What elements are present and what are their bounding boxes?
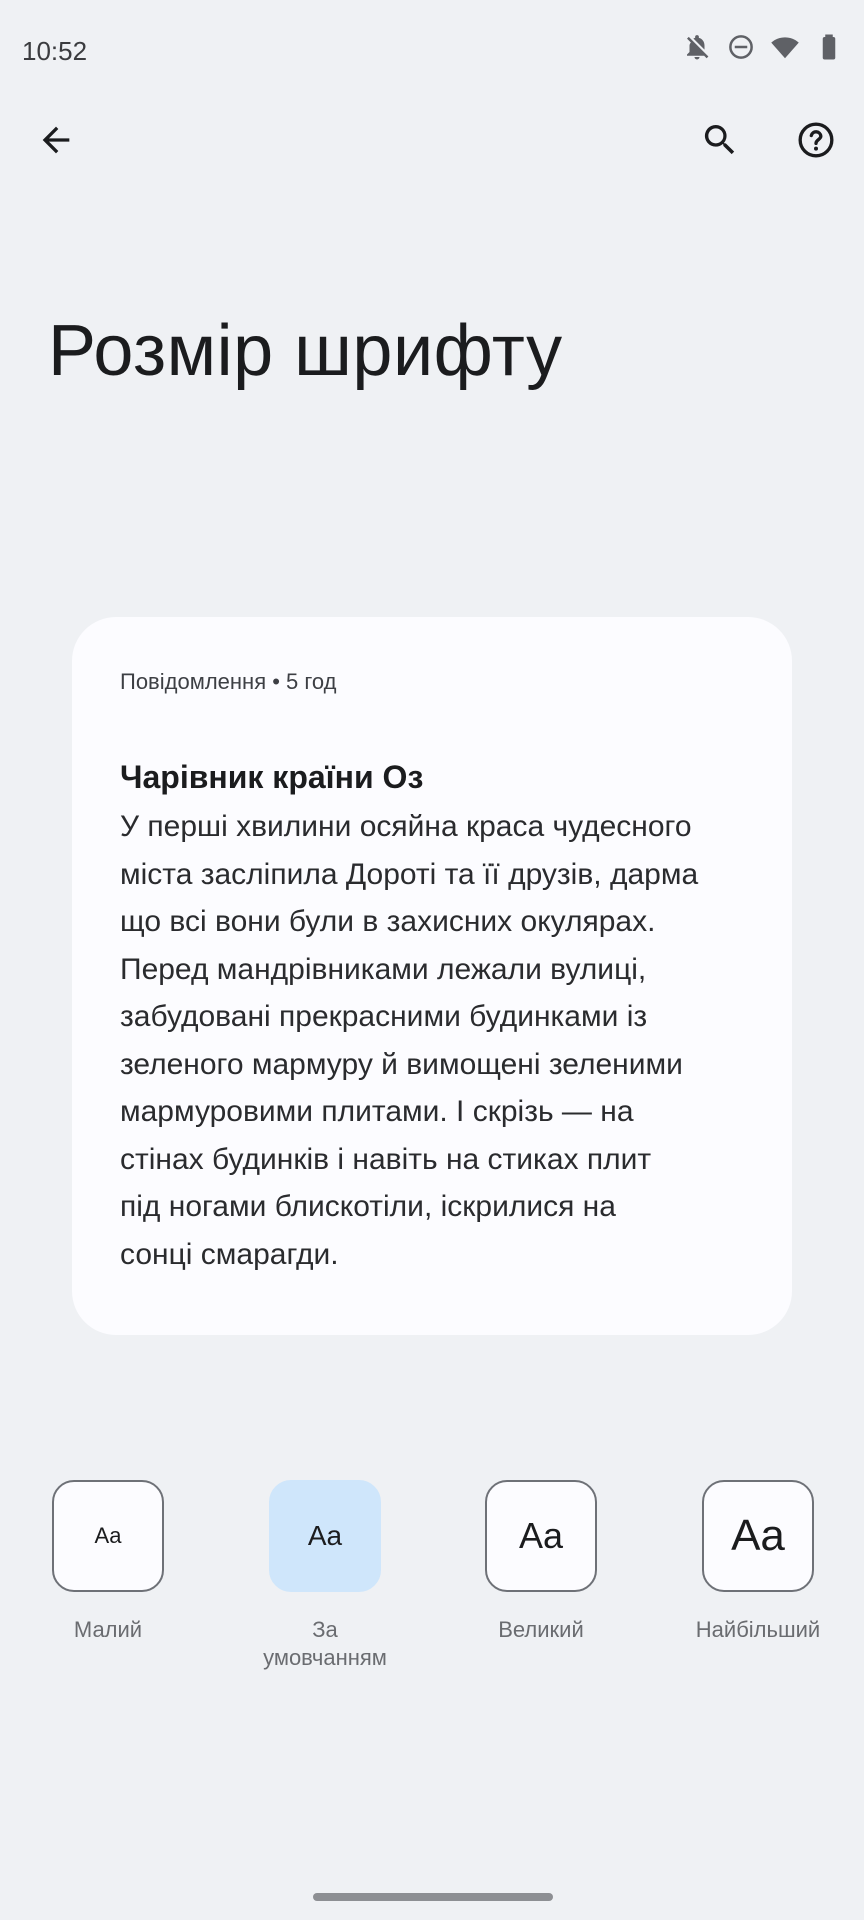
size-label-line: Великий [498,1617,584,1642]
size-label-line: умовчанням [263,1645,387,1670]
notification-meta: Повідомлення • 5 год [120,669,337,694]
help-icon [798,122,834,158]
size-sample: Aa [307,1520,343,1551]
size-sample: Aa [94,1523,122,1548]
search-button[interactable] [688,108,752,172]
wifi-icon [770,32,800,62]
preview-card: Повідомлення • 5 год Чарівник країни Оз … [72,617,792,1335]
status-icons [682,32,844,62]
body-line: Перед мандрівниками лежали вулиці, [120,952,647,986]
status-time: 10:52 [22,36,88,66]
size-label: За умовчанням [243,1616,407,1672]
size-sample: Aa [731,1511,785,1560]
size-label: Найбільший [676,1616,840,1644]
size-label-line: Малий [73,1617,143,1642]
help-button[interactable] [784,108,848,172]
size-sample-box[interactable]: Aa [269,1480,381,1592]
notification-body: У перші хвилини осяйна краса чудесного м… [120,803,760,1278]
do-not-disturb-icon [726,32,756,62]
body-line: мармуровими плитами. І скрізь — на [120,1095,634,1128]
body-line: забудовані прекрасними будинками із [120,1000,648,1033]
body-line: що всі вони були в захисних окулярах. [120,905,656,938]
size-option-largest[interactable]: Aa Найбільший [676,1480,840,1644]
size-option-large[interactable]: Aa Великий [459,1480,623,1644]
size-option-small[interactable]: Aa Малий [26,1480,190,1644]
size-label: Великий [459,1616,623,1644]
size-sample-box[interactable]: Aa [702,1480,814,1592]
battery-icon [814,32,844,62]
font-size-screen: 10:52 Розмір шрифту Повідомлення • 5 год… [0,0,864,1920]
gesture-nav-handle[interactable] [313,1893,553,1901]
body-line: сонці смарагди. [120,1237,339,1271]
size-sample-box[interactable]: Aa [52,1480,164,1592]
body-line: зеленого мармуру й вимощені зеленими [120,1047,683,1081]
arrow-back-icon [42,126,70,154]
notifications-off-icon [682,32,712,62]
size-option-default[interactable]: Aa За умовчанням [243,1480,407,1672]
size-label-line: За [312,1617,338,1642]
search-icon [704,125,735,155]
size-label-line: Найбільший [695,1617,821,1642]
page-title: Розмір шрифту [48,311,563,391]
body-line: під ногами блискотіли, іскрилися на [120,1190,616,1223]
body-line: стінах будинків і навіть на стиках плит [120,1142,652,1176]
body-line: міста засліпила Дороті та її друзів, дар… [120,857,699,891]
size-label: Малий [26,1616,190,1644]
notification-title: Чарівник країни Оз [120,759,424,795]
size-sample-box[interactable]: Aa [485,1480,597,1592]
size-sample: Aa [518,1515,564,1556]
back-button[interactable] [24,108,88,172]
body-line: У перші хвилини осяйна краса чудесного [120,810,692,843]
